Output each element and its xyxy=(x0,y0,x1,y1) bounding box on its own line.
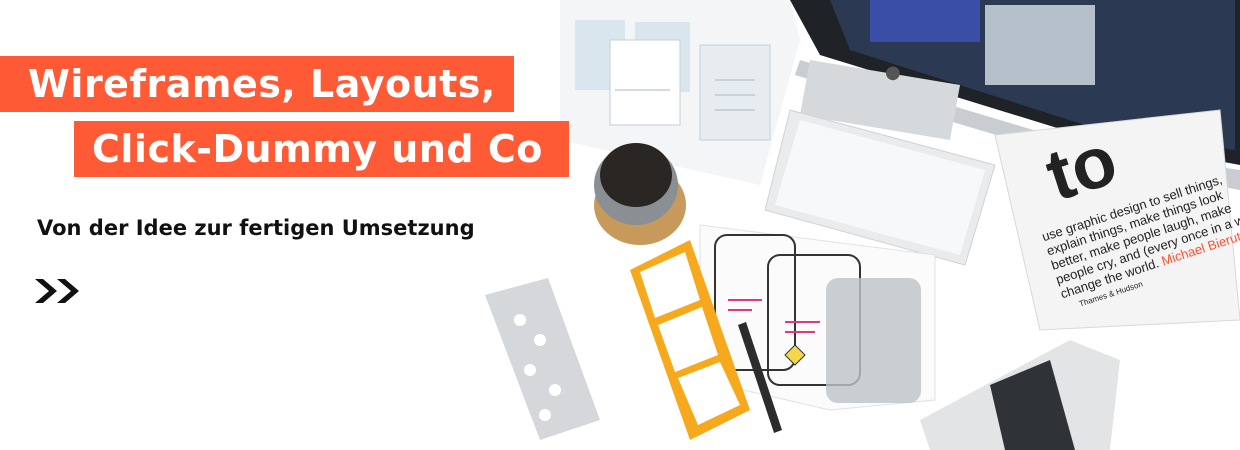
double-chevron-right-icon xyxy=(35,279,79,303)
headline-line-2: Click-Dummy und Co xyxy=(74,121,569,177)
apple-logo-icon: ● xyxy=(885,62,901,83)
wireframe-sheet xyxy=(560,0,800,185)
grey-stencil xyxy=(485,278,600,440)
hero-banner: ● to use graphic design to sell things, … xyxy=(0,0,1240,450)
subheadline: Von der Idee zur fertigen Umsetzung xyxy=(37,216,475,240)
cta-arrow-button[interactable] xyxy=(35,276,83,306)
laptop xyxy=(920,340,1120,450)
headline-line-1: Wireframes, Layouts, xyxy=(0,56,514,112)
